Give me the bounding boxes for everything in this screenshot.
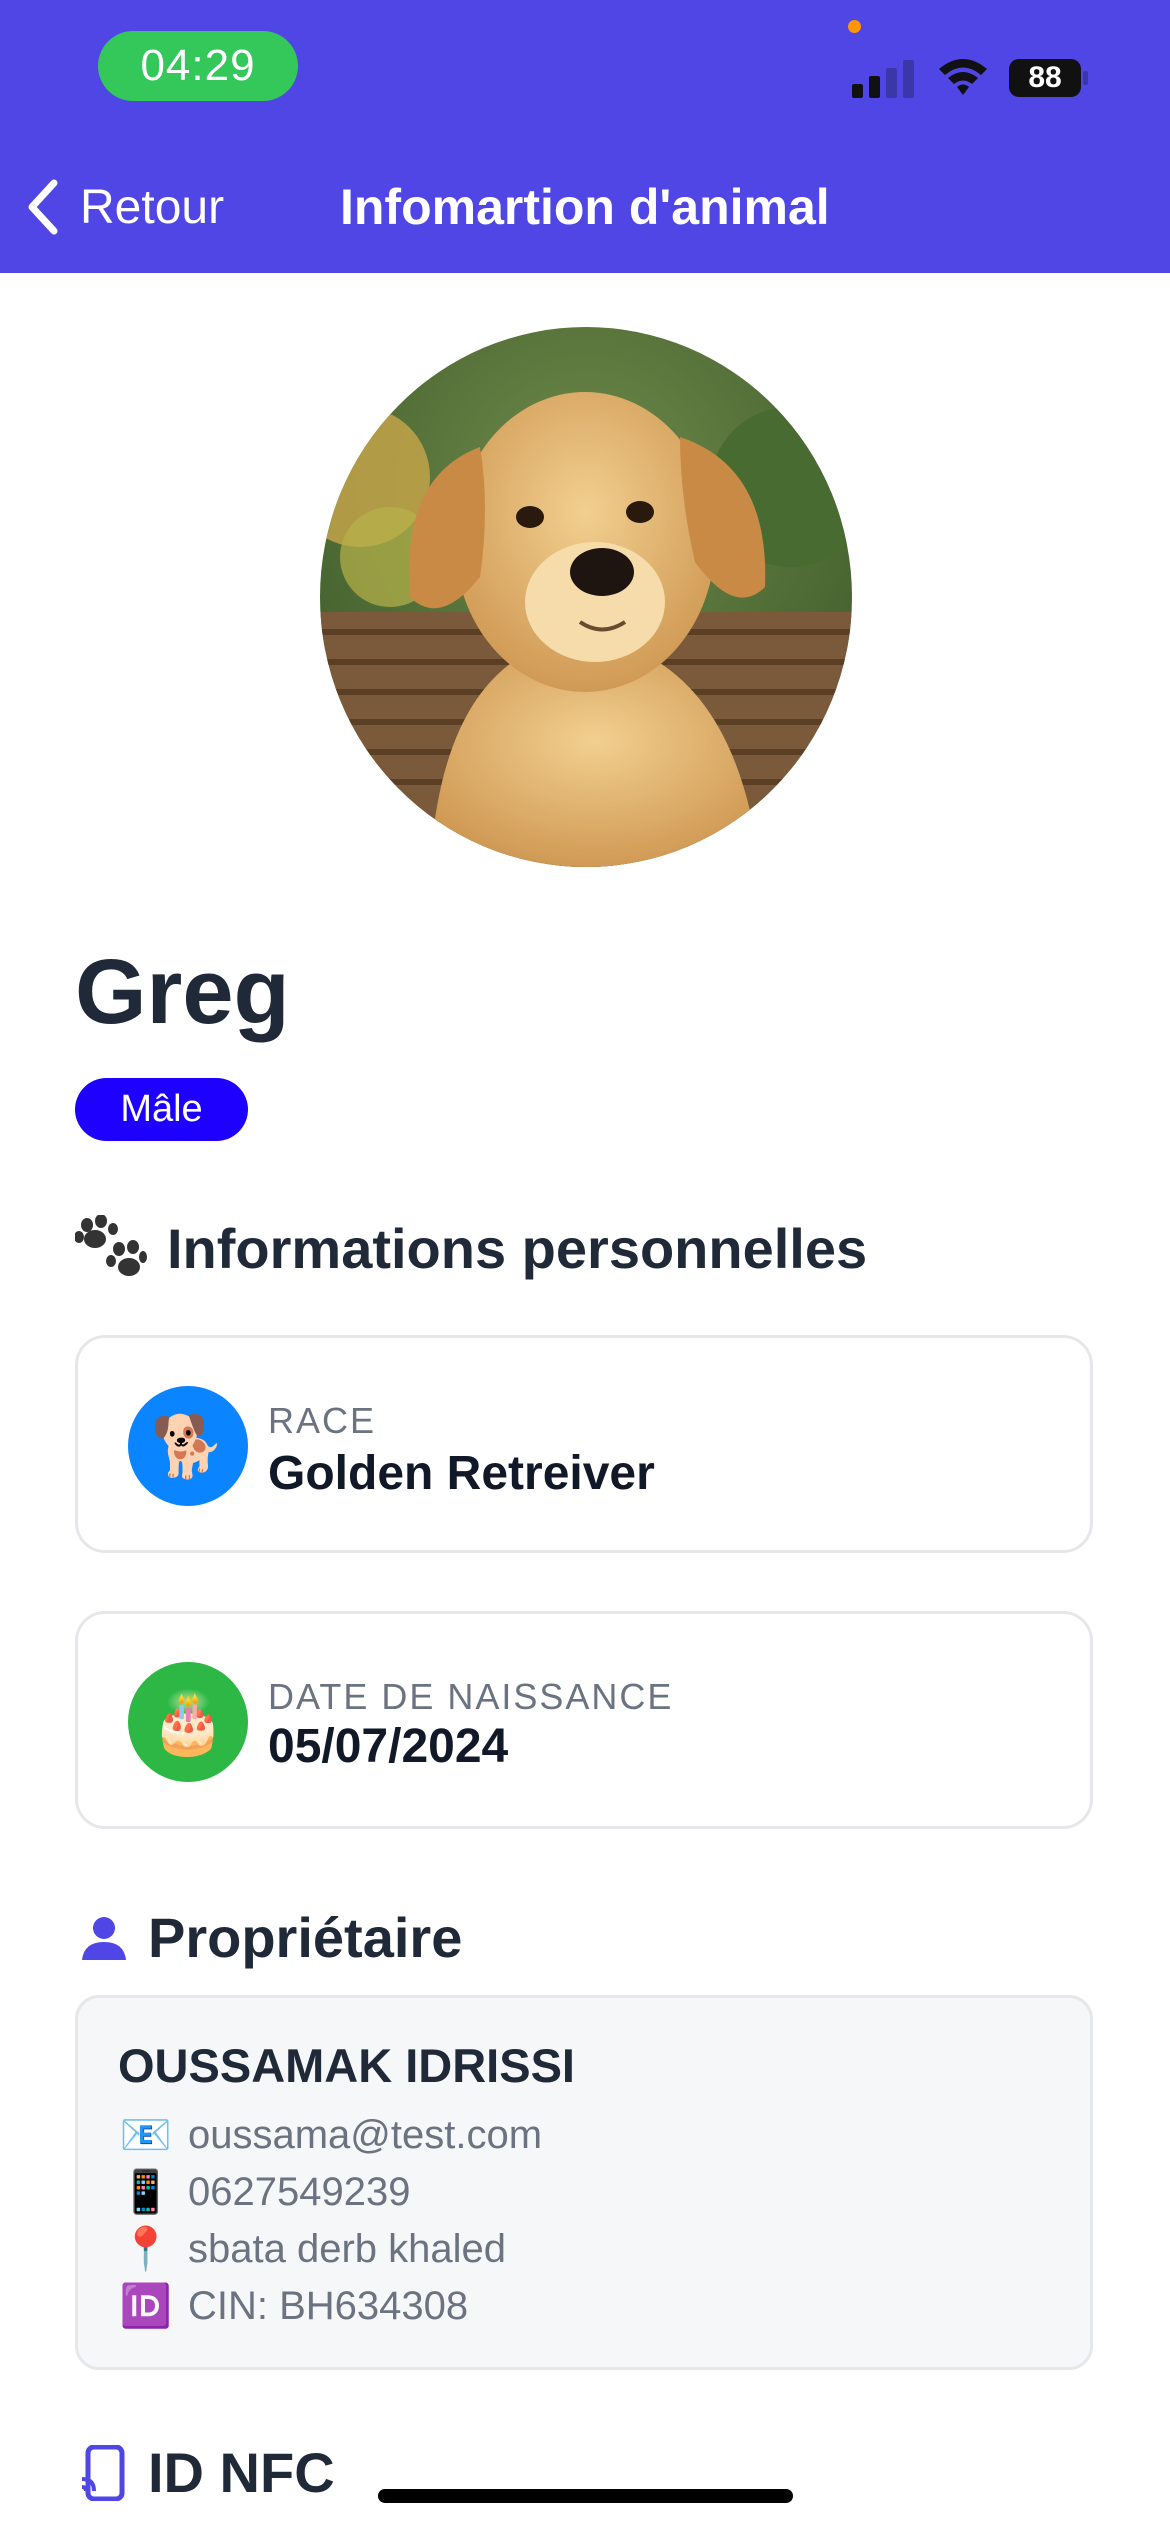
cellular-signal-icon [852,60,914,98]
owner-email: oussama@test.com [188,2113,543,2157]
dog-emoji: 🐕 [150,1412,226,1480]
owner-card: OUSSAMAK IDRISSI 📧 oussama@test.com 📱 06… [75,1995,1093,2370]
chevron-left-icon [28,179,58,235]
owner-address: sbata derb khaled [188,2227,507,2271]
info-card-race: 🐕 RACE Golden Retreiver [75,1335,1093,1553]
owner-cin-row: 🆔 CIN: BH634308 [118,2282,468,2331]
person-icon [80,1914,128,1962]
owner-cin: CIN: BH634308 [188,2284,469,2328]
back-button[interactable]: Retour [24,172,224,242]
page-title: Infomartion d'animal [340,179,830,235]
owner-email-row[interactable]: 📧 oussama@test.com [118,2111,542,2160]
wifi-icon [939,59,987,95]
phone-icon: 📱 [119,2168,173,2215]
status-time: 04:29 [98,31,298,101]
section-personal-info: Informations personnelles [75,1215,867,1281]
section-title-text: Informations personnelles [167,1216,868,1280]
birthdate-value: 05/07/2024 [268,1720,509,1773]
app-header: 04:29 88 Retour Infomartion d'animal [0,0,1170,273]
owner-address-row: 📍 sbata derb khaled [118,2225,506,2274]
section-title-text: ID NFC [148,2441,335,2504]
birthdate-label: DATE DE NAISSANCE [268,1676,674,1717]
birthday-cake-icon: 🎂 [128,1662,248,1782]
gender-badge: Mâle [75,1078,248,1141]
section-title-text: Propriétaire [148,1906,463,1969]
dog-icon: 🐕 [128,1386,248,1506]
back-label: Retour [80,180,225,234]
race-label: RACE [268,1400,377,1441]
paw-prints-icon [75,1215,147,1281]
pet-photo [320,327,852,867]
owner-phone-row[interactable]: 📱 0627549239 [118,2168,411,2217]
section-owner: Propriétaire [80,1905,462,1970]
home-indicator[interactable] [378,2489,793,2503]
battery-level: 88 [1028,61,1062,94]
race-value: Golden Retreiver [268,1447,655,1500]
location-pin-icon: 📍 [119,2225,173,2272]
id-icon: 🆔 [119,2282,173,2329]
email-icon: 📧 [119,2111,173,2158]
section-nfc: ID NFC [80,2440,335,2505]
cake-emoji: 🎂 [150,1688,226,1756]
owner-phone: 0627549239 [188,2170,411,2214]
info-card-birthdate: 🎂 DATE DE NAISSANCE 05/07/2024 [75,1611,1093,1829]
pet-name: Greg [75,941,290,1043]
privacy-indicator-dot [848,20,861,33]
owner-name: OUSSAMAK IDRISSI [118,2039,575,2092]
battery-icon: 88 [1008,58,1090,98]
nfc-phone-icon [80,2444,128,2501]
